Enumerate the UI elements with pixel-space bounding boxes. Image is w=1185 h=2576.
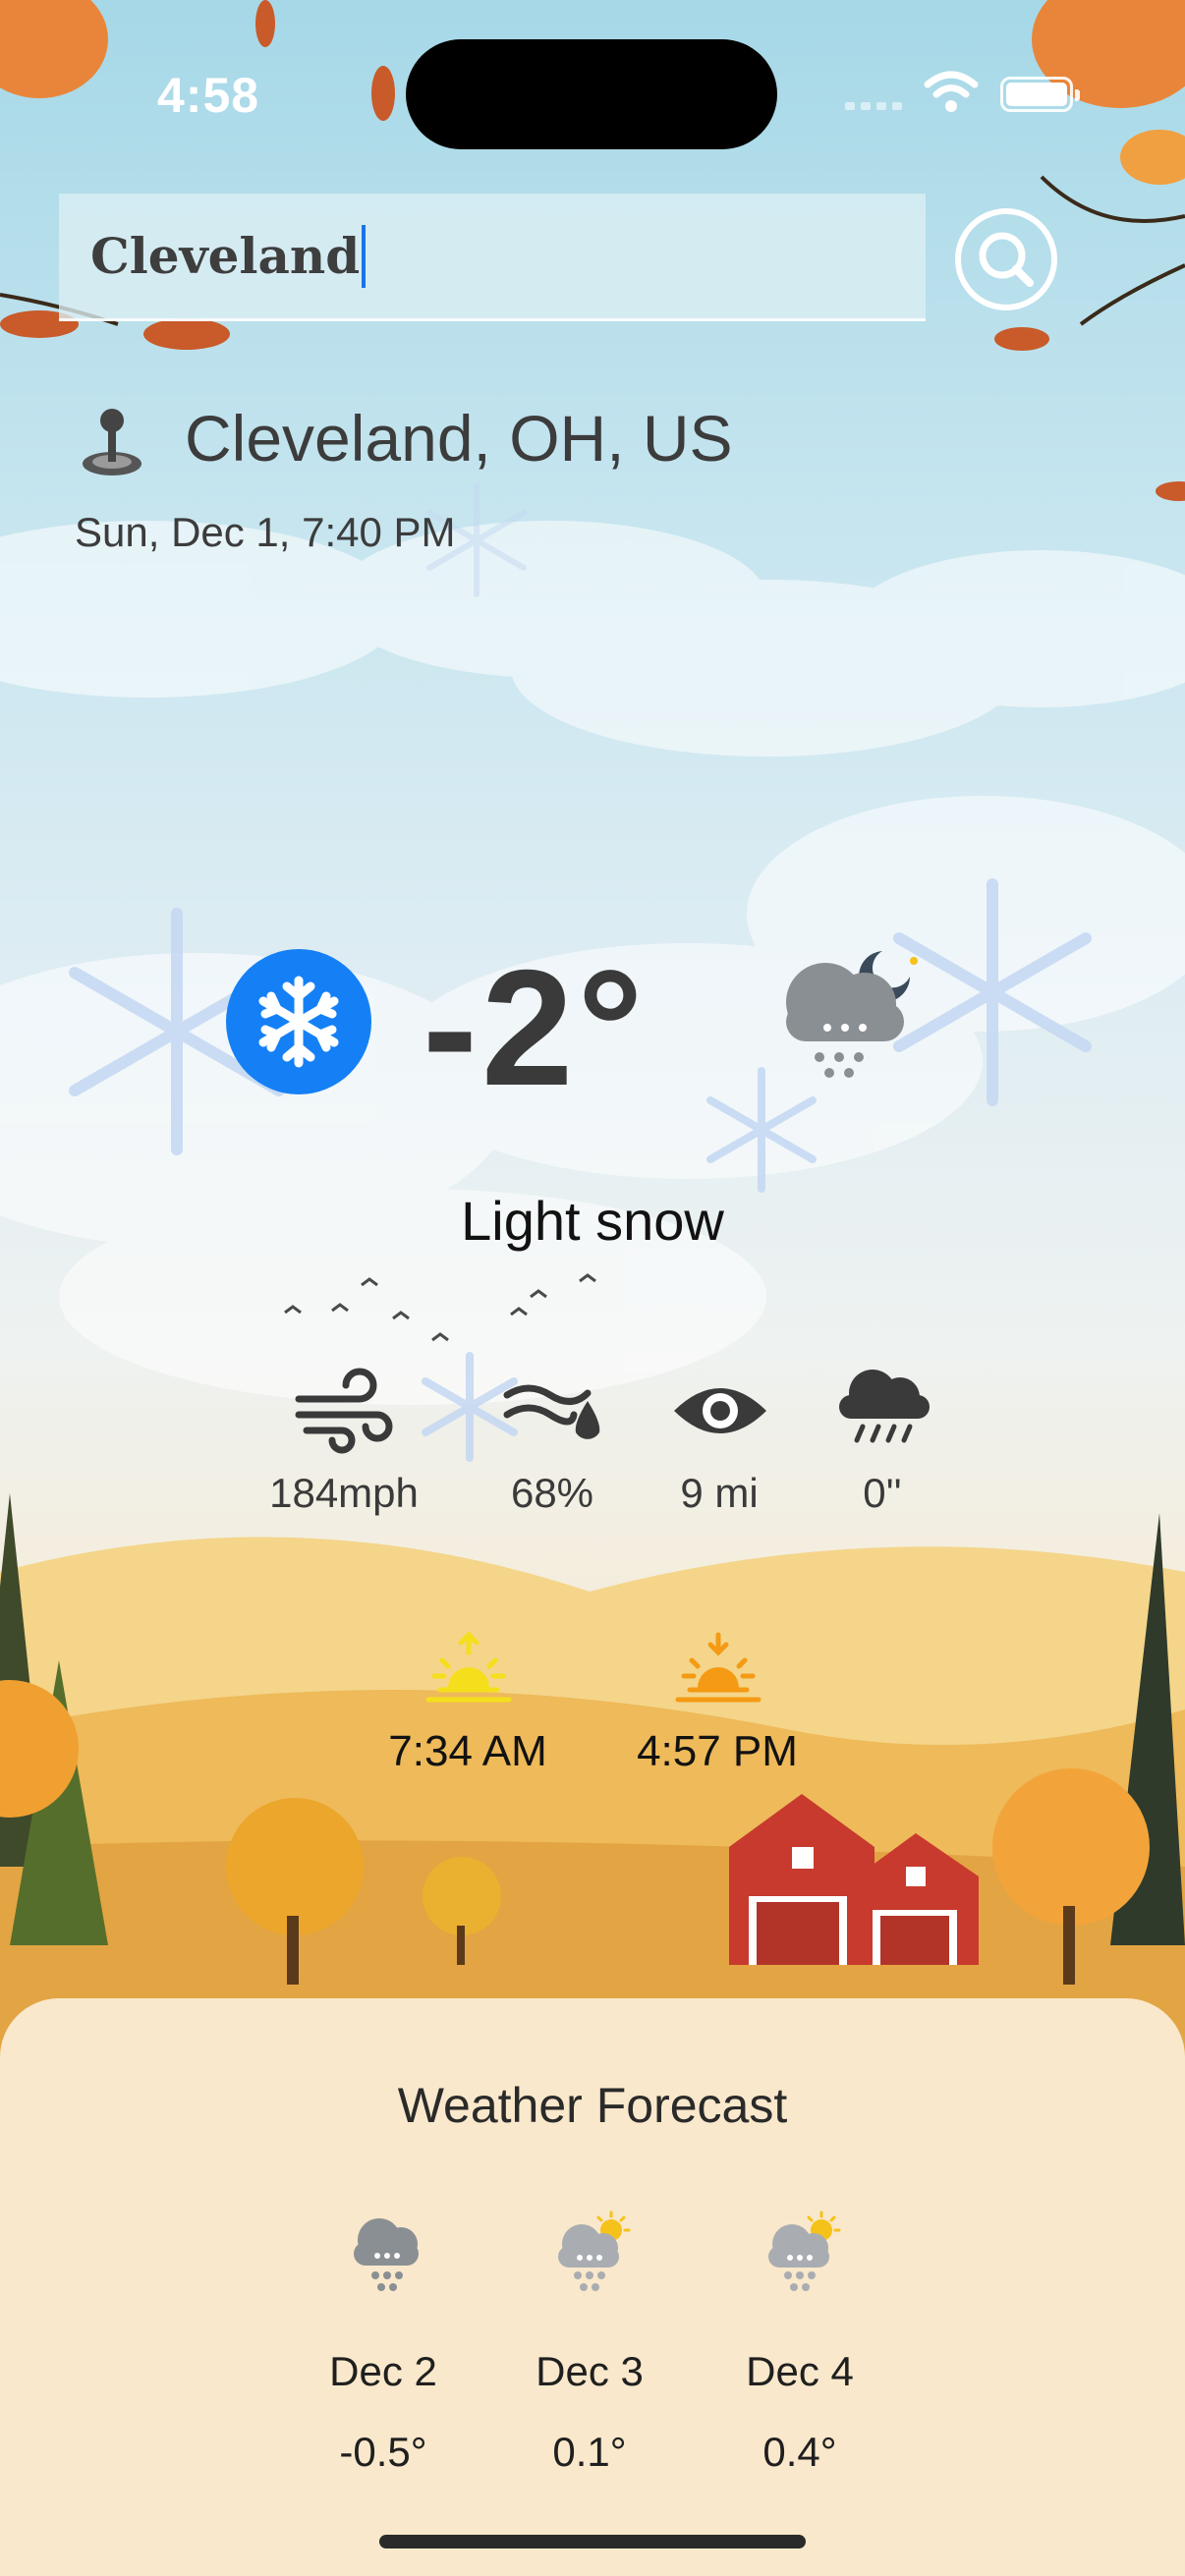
precipitation: 0'' — [863, 1470, 902, 1516]
snow-cloud-sun-icon — [558, 2211, 631, 2291]
forecast-date: Dec 2 — [329, 2348, 437, 2394]
forecast-date: Dec 4 — [746, 2348, 854, 2394]
visibility-icon — [674, 1388, 766, 1433]
forecast-temp: 0.1° — [552, 2429, 627, 2475]
condition-badge — [226, 949, 371, 1094]
humidity-icon — [503, 1384, 600, 1439]
location-datetime: Sun, Dec 1, 7:40 PM — [75, 509, 456, 555]
snow-cloud-sun-icon — [768, 2211, 841, 2291]
dynamic-island — [406, 39, 777, 149]
search-button[interactable] — [955, 208, 1057, 310]
search-input-value: Cleveland — [90, 227, 361, 285]
cellular-signal-icon — [845, 90, 908, 110]
forecast-temp: 0.4° — [762, 2429, 837, 2475]
wind-speed: 184mph — [269, 1470, 419, 1516]
search-input[interactable]: Cleveland — [59, 194, 926, 321]
wind-icon — [295, 1368, 393, 1454]
weather-description: Light snow — [461, 1190, 724, 1252]
forecast-date: Dec 3 — [536, 2348, 644, 2394]
sunset-icon — [675, 1632, 762, 1703]
precipitation-icon — [839, 1370, 930, 1443]
home-indicator[interactable] — [379, 2535, 806, 2548]
location-pin-icon — [83, 409, 141, 476]
status-time: 4:58 — [157, 68, 260, 123]
sunrise-icon — [425, 1631, 512, 1703]
battery-icon — [1000, 77, 1080, 112]
magnifier-icon — [979, 232, 1034, 287]
snow-cloud-icon — [354, 2218, 419, 2291]
snow-cloud-night-icon — [786, 951, 918, 1078]
snowflake-icon — [258, 976, 339, 1068]
forecast-title: Weather Forecast — [397, 2078, 788, 2133]
sunset-time: 4:57 PM — [637, 1727, 798, 1775]
sunrise-time: 7:34 AM — [388, 1727, 547, 1775]
text-caret — [362, 224, 367, 288]
wifi-icon — [924, 71, 979, 112]
current-temperature: -2° — [423, 935, 648, 1120]
forecast-temp: -0.5° — [339, 2429, 427, 2475]
location-name: Cleveland, OH, US — [185, 402, 733, 475]
